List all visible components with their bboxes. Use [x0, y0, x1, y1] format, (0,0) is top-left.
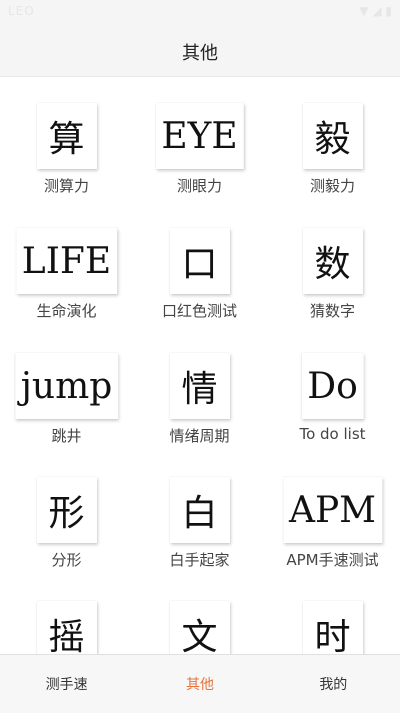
- feature-tile[interactable]: EYE 测眼力: [133, 103, 266, 213]
- feature-label: 跳井: [51, 427, 82, 445]
- bottom-nav: 测手速 其他 我的: [0, 654, 400, 713]
- feature-label: APM手速测试: [286, 551, 379, 569]
- feature-label: 白手起家: [169, 551, 230, 569]
- feature-tile[interactable]: 白 白手起家: [133, 477, 266, 587]
- feature-tile[interactable]: 形 分形: [0, 477, 133, 587]
- feature-icon: 毅: [302, 103, 363, 169]
- tab-other[interactable]: 其他: [133, 655, 266, 713]
- feature-icon: jump: [14, 353, 119, 419]
- status-bar: LEO ▼ ◢ ▮: [0, 0, 400, 28]
- feature-label: 生命演化: [36, 302, 97, 320]
- feature-label: 分形: [51, 551, 82, 569]
- feature-label: 测眼力: [176, 177, 222, 195]
- feature-icon: 情: [169, 353, 230, 419]
- feature-grid: 算 测算力 EYE 测眼力 毅 测毅力 LIFE 生命演化 口 口红色测试 数 …: [0, 77, 400, 654]
- feature-tile[interactable]: 时: [266, 601, 399, 654]
- feature-tile[interactable]: 毅 测毅力: [266, 103, 399, 213]
- feature-label: To do list: [299, 425, 366, 443]
- feature-label: 口红色测试: [161, 302, 237, 320]
- feature-icon: 白: [169, 477, 230, 543]
- feature-label: 情绪周期: [169, 427, 230, 445]
- title-bar: 其他: [0, 28, 400, 77]
- feature-icon: 口: [169, 228, 230, 294]
- page-title: 其他: [182, 43, 218, 64]
- feature-tile[interactable]: 数 猜数字: [266, 228, 399, 338]
- feature-tile[interactable]: LIFE 生命演化: [0, 228, 133, 338]
- tab-mine[interactable]: 我的: [267, 655, 400, 713]
- feature-tile[interactable]: jump 跳井: [0, 353, 133, 463]
- feature-icon: Do: [301, 353, 364, 419]
- feature-label: 猜数字: [309, 302, 355, 320]
- status-bar-right-icons: ▼ ◢ ▮: [359, 4, 392, 18]
- feature-tile[interactable]: Do To do list: [266, 353, 399, 463]
- feature-tile[interactable]: 算 测算力: [0, 103, 133, 213]
- feature-tile[interactable]: APM APM手速测试: [266, 477, 399, 587]
- feature-label: 测毅力: [309, 177, 355, 195]
- feature-label: 测算力: [43, 177, 89, 195]
- feature-icon: 算: [36, 103, 97, 169]
- tab-speed-test[interactable]: 测手速: [0, 655, 133, 713]
- feature-icon: EYE: [155, 103, 244, 169]
- status-bar-left: LEO: [8, 4, 35, 18]
- feature-tile[interactable]: 文: [133, 601, 266, 654]
- feature-icon: LIFE: [15, 228, 118, 294]
- feature-tile[interactable]: 摇: [0, 601, 133, 654]
- feature-icon: 文: [169, 601, 230, 654]
- feature-icon: 摇: [36, 601, 97, 654]
- feature-icon: APM: [282, 477, 383, 543]
- feature-tile[interactable]: 情 情绪周期: [133, 353, 266, 463]
- feature-tile[interactable]: 口 口红色测试: [133, 228, 266, 338]
- feature-icon: 数: [302, 228, 363, 294]
- feature-icon: 时: [302, 601, 363, 654]
- feature-icon: 形: [36, 477, 97, 543]
